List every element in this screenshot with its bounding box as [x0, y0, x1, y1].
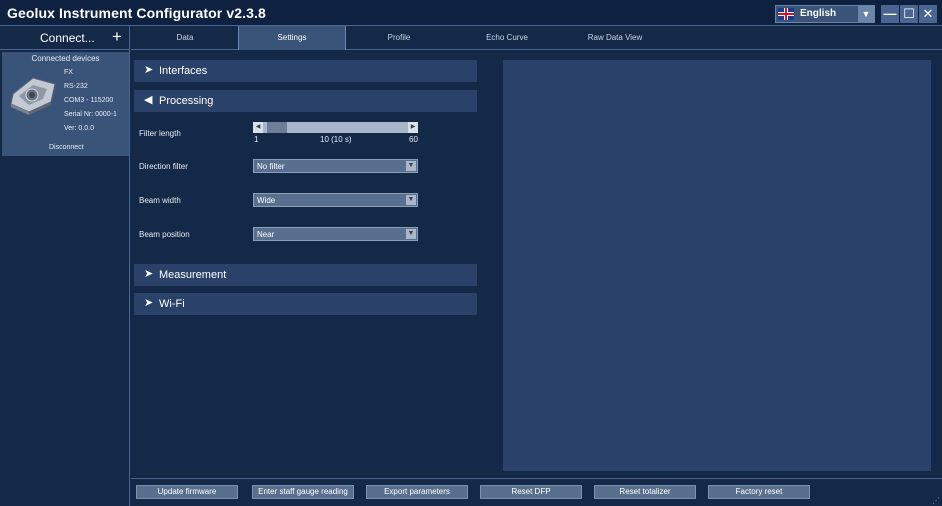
- section-label: Processing: [159, 95, 214, 107]
- plus-icon: +: [112, 27, 122, 46]
- factory-reset-button[interactable]: Factory reset: [708, 485, 810, 499]
- preview-panel: [503, 60, 931, 471]
- slider-min: 1: [254, 135, 259, 144]
- app-title: Geolux Instrument Configurator v2.3.8: [7, 5, 266, 21]
- tab-raw-data-view[interactable]: Raw Data View: [561, 26, 669, 50]
- section-label: Interfaces: [159, 65, 208, 77]
- reset-totalizer-button[interactable]: Reset totalizer: [594, 485, 696, 499]
- beam-position-value: Near: [257, 230, 275, 239]
- device-icon: [10, 77, 56, 115]
- filter-length-slider[interactable]: ◀ ▶: [253, 122, 418, 133]
- connect-button[interactable]: Connect... +: [0, 26, 130, 50]
- section-interfaces[interactable]: ➤ Interfaces: [134, 60, 477, 82]
- chevron-right-icon: ➤: [144, 297, 154, 309]
- chevron-left-icon: ◀: [144, 94, 153, 106]
- device-card[interactable]: Connected devices FX RS-232 COM3 - 11520…: [2, 52, 129, 156]
- beam-position-label: Beam position: [139, 230, 190, 239]
- connect-label: Connect...: [40, 31, 95, 45]
- export-parameters-button[interactable]: Export parameters: [366, 485, 468, 499]
- device-port: COM3 - 115200: [64, 97, 114, 104]
- update-firmware-button[interactable]: Update firmware: [136, 485, 238, 499]
- beam-width-label: Beam width: [139, 196, 181, 205]
- section-label: Measurement: [159, 269, 227, 281]
- tab-data[interactable]: Data: [131, 26, 239, 50]
- chevron-down-icon: ▼: [406, 161, 416, 171]
- slider-right-arrow-icon[interactable]: ▶: [408, 122, 418, 133]
- beam-position-select[interactable]: Near ▼: [253, 227, 418, 241]
- reset-dfp-button[interactable]: Reset DFP: [480, 485, 582, 499]
- direction-filter-value: No filter: [257, 162, 285, 171]
- language-label: English: [800, 8, 837, 19]
- title-bar: Geolux Instrument Configurator v2.3.8 En…: [0, 0, 942, 26]
- section-measurement[interactable]: ➤ Measurement: [134, 264, 477, 286]
- filter-length-label: Filter length: [139, 129, 181, 138]
- uk-flag-icon: [778, 8, 794, 20]
- enter-staff-gauge-button[interactable]: Enter staff gauge reading: [252, 485, 354, 499]
- device-serial: Serial Nr: 0000-1: [64, 111, 117, 118]
- beam-width-select[interactable]: Wide ▼: [253, 193, 418, 207]
- beam-width-value: Wide: [257, 196, 276, 205]
- chevron-right-icon: ➤: [144, 64, 154, 76]
- tab-echo-curve[interactable]: Echo Curve: [453, 26, 561, 50]
- devices-title: Connected devices: [31, 54, 100, 63]
- section-processing[interactable]: ◀ Processing: [134, 90, 477, 112]
- chevron-down-icon: ▼: [406, 229, 416, 239]
- section-label: Wi-Fi: [159, 298, 185, 310]
- slider-max: 60: [409, 135, 418, 144]
- slider-value: 10 (10 s): [320, 135, 352, 144]
- direction-filter-select[interactable]: No filter ▼: [253, 159, 418, 173]
- direction-filter-label: Direction filter: [139, 162, 188, 171]
- tab-bar: Data Settings Profile Echo Curve Raw Dat…: [131, 26, 942, 50]
- chevron-right-icon: ➤: [144, 268, 154, 280]
- device-version: Ver: 0.0.0: [64, 125, 94, 132]
- tab-settings[interactable]: Settings: [238, 26, 346, 50]
- resize-grip-icon[interactable]: ⋰: [932, 496, 940, 505]
- section-wifi[interactable]: ➤ Wi-Fi: [134, 293, 477, 315]
- chevron-down-icon[interactable]: ▼: [858, 6, 874, 22]
- sidebar: Connect... + Connected devices FX RS-232…: [0, 26, 130, 506]
- maximize-button[interactable]: ☐: [900, 5, 918, 23]
- close-button[interactable]: ✕: [919, 5, 937, 23]
- device-interface: RS-232: [64, 83, 88, 90]
- slider-left-arrow-icon[interactable]: ◀: [253, 122, 263, 133]
- minimize-button[interactable]: —: [881, 5, 899, 23]
- disconnect-button[interactable]: Disconnect: [49, 144, 84, 151]
- tab-profile[interactable]: Profile: [345, 26, 453, 50]
- slider-thumb[interactable]: [267, 122, 287, 133]
- chevron-down-icon: ▼: [406, 195, 416, 205]
- device-model: FX: [64, 69, 73, 76]
